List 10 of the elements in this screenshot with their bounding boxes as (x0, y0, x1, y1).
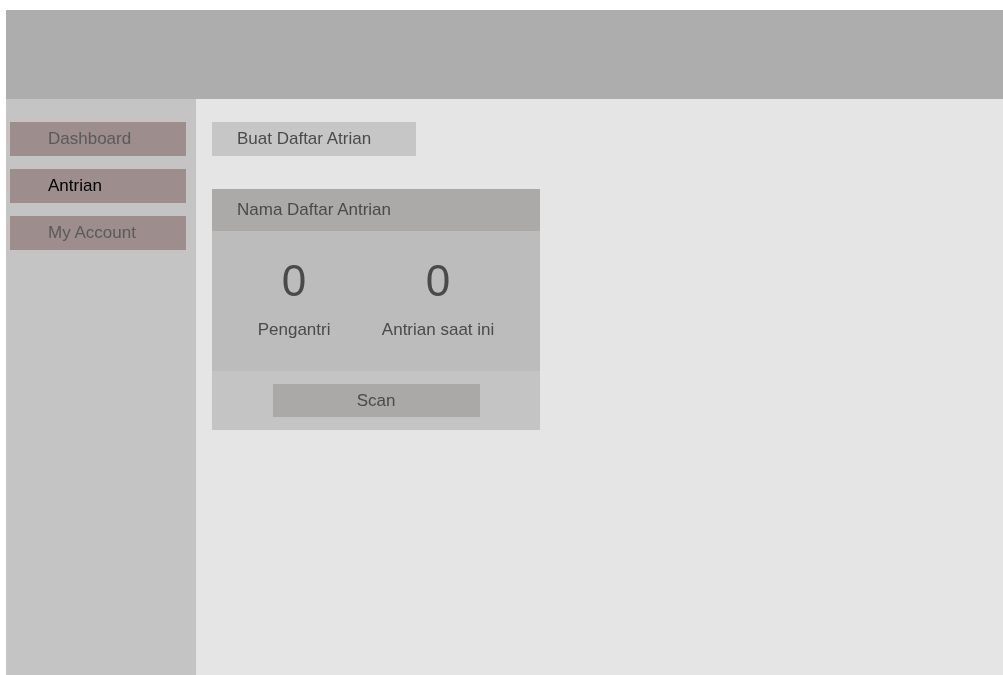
create-queue-button[interactable]: Buat Daftar Atrian (212, 122, 416, 156)
sidebar-item[interactable]: Antrian (10, 169, 186, 203)
sidebar-item[interactable]: My Account (10, 216, 186, 250)
stat-value: 0 (281, 259, 307, 304)
stat-label: Antrian saat ini (381, 319, 495, 342)
stat-label: Pengantri (257, 319, 331, 342)
scan-button[interactable]: Scan (272, 384, 480, 417)
sidebar-item[interactable]: Dashboard (10, 122, 186, 156)
stat-value: 0 (425, 259, 451, 304)
card-title: Nama Daftar Antrian (237, 199, 391, 222)
